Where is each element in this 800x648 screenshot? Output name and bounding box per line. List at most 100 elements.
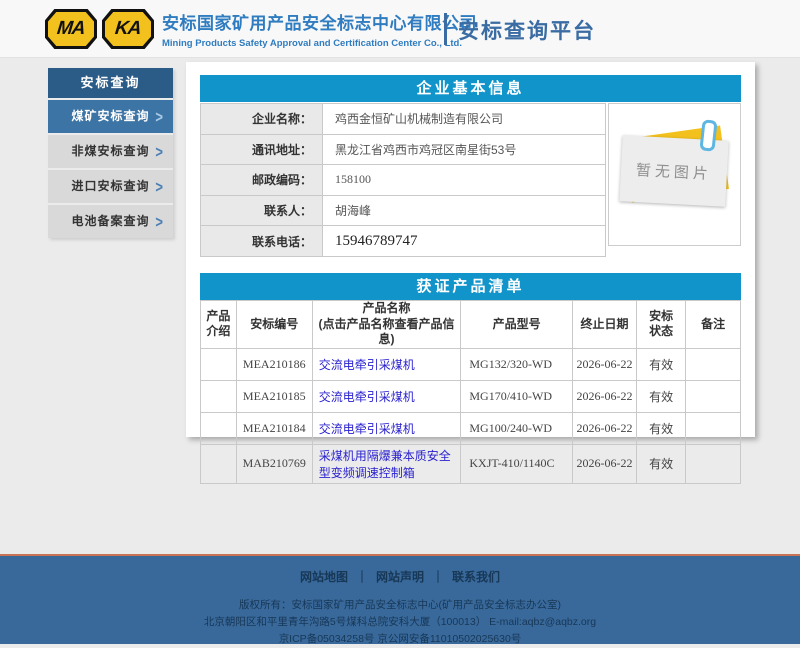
address-line: 北京朝阳区和平里青年沟路5号煤科总院安科大厦（100013） E-mail:aq… — [0, 614, 800, 631]
sidebar-title: 安标查询 — [48, 68, 173, 98]
maka-logo: MA KA — [45, 9, 154, 49]
product-name-link[interactable]: 采煤机用隔爆兼本质安全型变频调速控制箱 — [319, 449, 451, 480]
col-label: 产品 — [206, 309, 230, 323]
col-label: 产品名称 — [363, 301, 411, 315]
remark-cell — [686, 444, 741, 483]
footer-links: 网站地图 ｜ 网站声明 ｜ 联系我们 — [0, 556, 800, 585]
table-row: 通讯地址： 黑龙江省鸡西市鸡冠区南星街53号 — [201, 134, 606, 165]
postcode-label: 邮政编码： — [201, 165, 323, 196]
footer: 网站地图 ｜ 网站声明 ｜ 联系我们 版权所有：安标国家矿用产品安全标志中心(矿用产品安… — [0, 556, 800, 644]
table-row: 企业名称： 鸡西金恒矿山机械制造有限公司 — [201, 104, 606, 135]
col-label: 安标 — [649, 309, 673, 323]
remark-cell — [686, 348, 741, 380]
product-model: MG170/410-WD — [461, 380, 573, 412]
status-badge: 有效 — [637, 444, 686, 483]
contact-person-value: 胡海峰 — [323, 195, 606, 226]
col-end-date: 终止日期 — [572, 300, 636, 348]
status-badge: 有效 — [637, 412, 686, 444]
phone-value: 15946789747 — [323, 226, 606, 257]
products-section-title: 获证产品清单 — [200, 273, 741, 300]
postcode-value: 158100 — [323, 165, 606, 196]
sidebar-item-label: 进口安标查询 — [48, 170, 173, 203]
col-label: (点击产品名称查看产品信息) — [319, 317, 455, 347]
table-row: MEA210185 交流电牵引采煤机 MG170/410-WD 2026-06-… — [201, 380, 741, 412]
col-label: 状态 — [649, 324, 673, 338]
table-row: 联系电话： 15946789747 — [201, 226, 606, 257]
col-approval-code: 安标编号 — [236, 300, 312, 348]
footer-separator: ｜ — [432, 570, 444, 584]
product-intro-cell — [201, 380, 237, 412]
table-row: 邮政编码： 158100 — [201, 165, 606, 196]
product-intro-cell — [201, 348, 237, 380]
company-name-label: 企业名称： — [201, 104, 323, 135]
col-product-model: 产品型号 — [461, 300, 573, 348]
address-label: 通讯地址： — [201, 134, 323, 165]
enterprise-info-area: 企业名称： 鸡西金恒矿山机械制造有限公司 通讯地址： 黑龙江省鸡西市鸡冠区南星街… — [200, 103, 741, 257]
top-header: MA KA 安标国家矿用产品安全标志中心有限公司 Mining Products… — [0, 0, 800, 58]
contact-person-label: 联系人： — [201, 195, 323, 226]
chevron-right-icon: > — [155, 200, 163, 243]
org-titles: 安标国家矿用产品安全标志中心有限公司 Mining Products Safet… — [162, 9, 442, 49]
approval-code: MEA210186 — [236, 348, 312, 380]
col-label: 介绍 — [206, 324, 230, 338]
end-date: 2026-06-22 — [572, 412, 636, 444]
approval-code: MAB210769 — [236, 444, 312, 483]
ka-badge-label: KA — [114, 18, 142, 40]
sidebar-item-coal-query[interactable]: 煤矿安标查询 > — [48, 100, 173, 133]
company-name-value: 鸡西金恒矿山机械制造有限公司 — [323, 104, 606, 135]
status-badge: 有效 — [637, 348, 686, 380]
col-remark: 备注 — [686, 300, 741, 348]
no-image-text: 暂无图片 — [635, 159, 712, 184]
sidebar-item-battery-query[interactable]: 电池备案查询 > — [48, 205, 173, 238]
end-date: 2026-06-22 — [572, 380, 636, 412]
table-row: MAB210769 采煤机用隔爆兼本质安全型变频调速控制箱 KXJT-410/1… — [201, 444, 741, 483]
product-name-link[interactable]: 交流电牵引采煤机 — [319, 390, 415, 404]
approval-code: MEA210184 — [236, 412, 312, 444]
sitemap-link[interactable]: 网站地图 — [300, 570, 348, 584]
ma-badge-icon: MA — [45, 9, 97, 49]
enterprise-info-table: 企业名称： 鸡西金恒矿山机械制造有限公司 通讯地址： 黑龙江省鸡西市鸡冠区南星街… — [200, 103, 606, 257]
certified-products-table: 产品 介绍 安标编号 产品名称 (点击产品名称查看产品信息) 产品型号 终止日期… — [200, 300, 741, 484]
product-model: KXJT-410/1140C — [461, 444, 573, 483]
header-divider — [444, 13, 447, 45]
sidebar-nav: 安标查询 煤矿安标查询 > 非煤安标查询 > 进口安标查询 > 电池备案查询 > — [48, 68, 173, 238]
product-image-placeholder: 暂无图片 — [608, 103, 741, 246]
product-model: MG100/240-WD — [461, 412, 573, 444]
address-value: 黑龙江省鸡西市鸡冠区南星街53号 — [323, 134, 606, 165]
remark-cell — [686, 412, 741, 444]
product-intro-cell — [201, 444, 237, 483]
ma-badge-label: MA — [56, 18, 86, 40]
org-name-cn: 安标国家矿用产品安全标志中心有限公司 — [162, 9, 442, 34]
footer-copyright: 版权所有：安标国家矿用产品安全标志中心(矿用产品安全标志办公室) 北京朝阳区和平… — [0, 597, 800, 648]
end-date: 2026-06-22 — [572, 348, 636, 380]
platform-title: 安标查询平台 — [458, 15, 596, 45]
icp-line: 京ICP备05034258号 京公网安备11010502025630号 — [0, 631, 800, 648]
table-header-row: 产品 介绍 安标编号 产品名称 (点击产品名称查看产品信息) 产品型号 终止日期… — [201, 300, 741, 348]
product-name-link[interactable]: 交流电牵引采煤机 — [319, 422, 415, 436]
table-row: MEA210184 交流电牵引采煤机 MG100/240-WD 2026-06-… — [201, 412, 741, 444]
contact-us-link[interactable]: 联系我们 — [452, 570, 500, 584]
copyright-line: 版权所有：安标国家矿用产品安全标志中心(矿用产品安全标志办公室) — [0, 597, 800, 614]
product-name-link[interactable]: 交流电牵引采煤机 — [319, 358, 415, 372]
table-row: MEA210186 交流电牵引采煤机 MG132/320-WD 2026-06-… — [201, 348, 741, 380]
sidebar-item-noncoal-query[interactable]: 非煤安标查询 > — [48, 135, 173, 168]
col-status: 安标 状态 — [637, 300, 686, 348]
approval-code: MEA210185 — [236, 380, 312, 412]
sidebar-item-label: 煤矿安标查询 — [48, 100, 173, 133]
status-badge: 有效 — [637, 380, 686, 412]
main-content-panel: 企业基本信息 企业名称： 鸡西金恒矿山机械制造有限公司 通讯地址： 黑龙江省鸡西… — [186, 62, 755, 437]
footer-separator: ｜ — [356, 570, 368, 584]
remark-cell — [686, 380, 741, 412]
end-date: 2026-06-22 — [572, 444, 636, 483]
col-product-name: 产品名称 (点击产品名称查看产品信息) — [312, 300, 461, 348]
product-intro-cell — [201, 412, 237, 444]
site-statement-link[interactable]: 网站声明 — [376, 570, 424, 584]
sidebar-item-import-query[interactable]: 进口安标查询 > — [48, 170, 173, 203]
col-product-intro: 产品 介绍 — [201, 300, 237, 348]
sidebar-item-label: 非煤安标查询 — [48, 135, 173, 168]
enterprise-section-title: 企业基本信息 — [200, 75, 741, 102]
table-row: 联系人： 胡海峰 — [201, 195, 606, 226]
product-model: MG132/320-WD — [461, 348, 573, 380]
ka-badge-icon: KA — [102, 9, 154, 49]
phone-label: 联系电话： — [201, 226, 323, 257]
